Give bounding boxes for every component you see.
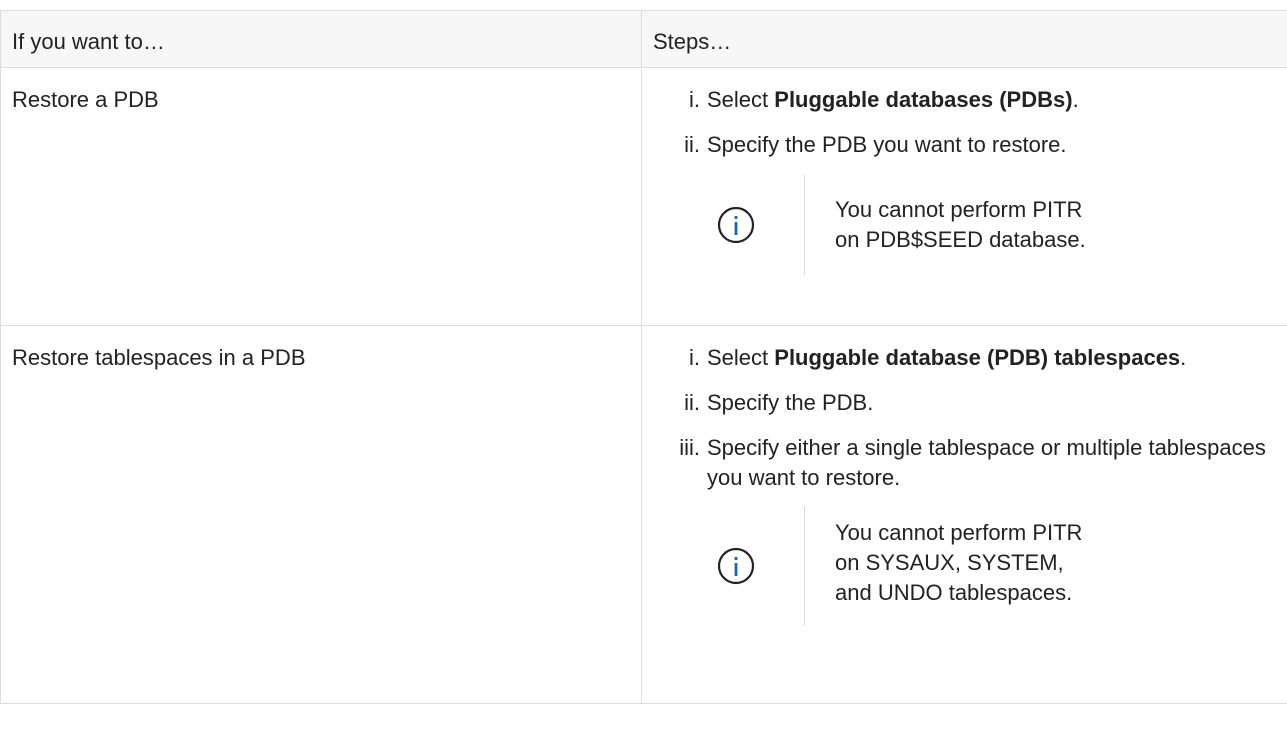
step-list: i. Select Pluggable database (PDB) table…: [668, 343, 1287, 493]
step-number: ii.: [684, 390, 700, 415]
step-list: i. Select Pluggable databases (PDBs). ii…: [668, 85, 1287, 160]
note-text: You cannot perform PITR on PDB$SEED data…: [835, 197, 1086, 252]
steps-table: If you want to… Steps… Restore a PDB i. …: [0, 10, 1287, 704]
row-label: Restore tablespaces in a PDB: [0, 325, 642, 704]
info-icon: [717, 206, 755, 244]
step-number: i.: [689, 345, 700, 370]
note-text: You cannot perform PITR on SYSAUX, SYSTE…: [835, 520, 1083, 605]
table-row: Restore tablespaces in a PDB i. Select P…: [0, 325, 1287, 704]
step-number: ii.: [684, 132, 700, 157]
step-text-prefix: Select: [707, 345, 775, 370]
step-text: Specify the PDB.: [707, 390, 874, 415]
note-icon-wrap: [668, 506, 804, 626]
step-item: i. Select Pluggable database (PDB) table…: [668, 343, 1287, 373]
step-item: ii. Specify the PDB.: [668, 388, 1287, 418]
info-icon: [717, 547, 755, 585]
step-text-suffix: .: [1180, 345, 1187, 370]
table-header-row: If you want to… Steps…: [0, 10, 1287, 68]
step-item: ii. Specify the PDB you want to restore.: [668, 130, 1287, 160]
header-steps: Steps…: [641, 10, 1287, 68]
step-text-bold: Pluggable database (PDB) tablespaces: [774, 345, 1181, 370]
step-text: Select Pluggable databases (PDBs).: [707, 85, 1287, 115]
step-text: Specify the PDB you want to restore.: [707, 132, 1067, 157]
note-admonition: You cannot perform PITR on PDB$SEED data…: [668, 175, 1287, 275]
step-text: Select Pluggable database (PDB) tablespa…: [707, 343, 1287, 373]
step-item: iii. Specify either a single tablespace …: [668, 433, 1287, 493]
note-admonition: You cannot perform PITR on SYSAUX, SYSTE…: [668, 506, 1287, 626]
step-text-suffix: .: [1072, 87, 1079, 112]
step-item: i. Select Pluggable databases (PDBs).: [668, 85, 1287, 115]
step-number: iii.: [679, 435, 700, 460]
step-number: i.: [689, 87, 700, 112]
header-if-you-want-to: If you want to…: [0, 10, 642, 68]
step-text-prefix: Select: [707, 87, 775, 112]
step-text-bold: Pluggable databases (PDBs): [774, 87, 1073, 112]
steps-cell: i. Select Pluggable databases (PDBs). ii…: [641, 67, 1287, 326]
note-icon-wrap: [668, 175, 804, 275]
steps-cell: i. Select Pluggable database (PDB) table…: [641, 325, 1287, 704]
row-label: Restore a PDB: [0, 67, 642, 326]
table-row: Restore a PDB i. Select Pluggable databa…: [0, 67, 1287, 326]
step-text: Specify either a single tablespace or mu…: [707, 435, 1266, 490]
